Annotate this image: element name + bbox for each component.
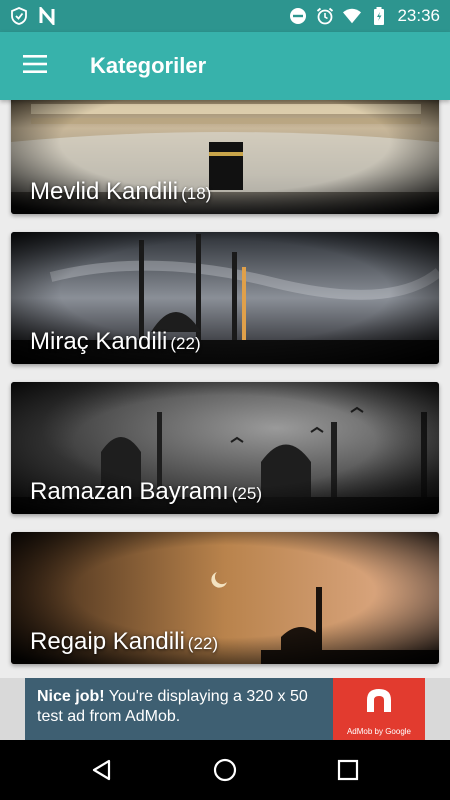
menu-button[interactable]: [0, 32, 70, 100]
recents-button[interactable]: [328, 750, 368, 790]
category-count: (22): [187, 634, 219, 653]
ad-banner[interactable]: Nice job! You're displaying a 320 x 50 t…: [25, 678, 425, 740]
ad-banner-area: Nice job! You're displaying a 320 x 50 t…: [0, 678, 450, 740]
category-count: (18): [181, 184, 212, 203]
category-label: Ramazan Bayramı (25): [30, 478, 262, 506]
admob-icon: [367, 689, 391, 712]
dnd-icon: [289, 7, 307, 25]
back-button[interactable]: [82, 750, 122, 790]
category-label: Regaip Kandili (22): [30, 628, 218, 656]
admob-logo: AdMob by Google: [333, 678, 425, 740]
hamburger-menu-icon: [23, 54, 47, 78]
category-count: (25): [231, 484, 262, 503]
navigation-bar: [0, 740, 450, 800]
recents-icon: [338, 759, 359, 781]
category-name: Mevlid Kandili: [30, 178, 179, 205]
shield-icon: [10, 7, 28, 25]
wifi-icon: [343, 7, 362, 25]
category-card-mirac-kandili[interactable]: Miraç Kandili (22): [11, 232, 439, 364]
category-card-regaip-kandili[interactable]: Regaip Kandili (22): [11, 532, 439, 664]
category-name: Regaip Kandili: [30, 628, 185, 655]
category-label: Miraç Kandili (22): [30, 328, 201, 356]
category-name: Ramazan Bayramı: [30, 478, 229, 505]
back-icon: [92, 759, 110, 781]
category-card-ramazan-bayrami[interactable]: Ramazan Bayramı (25): [11, 382, 439, 514]
app-bar: Kategoriler: [0, 32, 450, 100]
category-list[interactable]: Mevlid Kandili (18) Miraç Kandili (22) R…: [0, 100, 450, 678]
n-icon: [38, 7, 56, 25]
admob-logo-text: AdMob by Google: [346, 727, 412, 736]
home-button[interactable]: [205, 750, 245, 790]
page-title: Kategoriler: [90, 53, 207, 78]
home-icon: [213, 758, 237, 782]
alarm-icon: [316, 7, 334, 25]
status-bar: 23:36: [0, 0, 450, 32]
ad-text: Nice job! You're displaying a 320 x 50 t…: [37, 687, 337, 727]
ad-headline: Nice job!: [37, 688, 105, 705]
battery-icon: [370, 7, 388, 25]
category-label: Mevlid Kandili (18): [30, 178, 211, 206]
category-card-mevlid-kandili[interactable]: Mevlid Kandili (18): [11, 100, 439, 214]
category-name: Miraç Kandili: [30, 328, 168, 355]
category-count: (22): [170, 334, 201, 353]
clock: 23:36: [397, 6, 440, 25]
